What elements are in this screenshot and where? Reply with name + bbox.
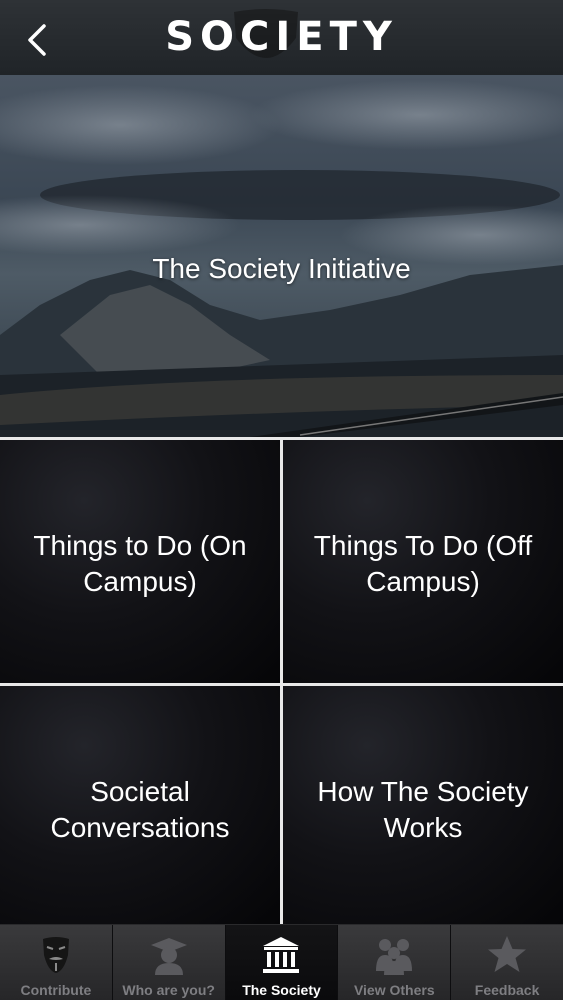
hero-title: The Society Initiative [152, 253, 411, 284]
header-bar: SOCIETY [0, 0, 563, 75]
tab-label: Feedback [474, 982, 540, 998]
mask-icon [42, 937, 69, 973]
tile-label: How The Society Works [317, 776, 529, 843]
tile-on-campus[interactable]: Things to Do (On Campus) [0, 440, 280, 683]
graduate-icon [150, 938, 187, 975]
tile-label: Things To Do (Off Campus) [313, 530, 533, 597]
tab-bar: Contribute Who are you? The Society View… [0, 924, 563, 1000]
tile-label: Societal Conversations [50, 776, 230, 843]
tab-feedback[interactable]: Feedback [451, 925, 563, 1000]
tab-who-are-you[interactable]: Who are you? [112, 925, 226, 1000]
institution-icon [263, 937, 300, 973]
tile-label: Things to Do (On Campus) [33, 530, 247, 597]
page-title: SOCIETY [165, 14, 398, 60]
app-screen: SOCIETY The Society Initiative Things to… [0, 0, 563, 1000]
tile-off-campus[interactable]: Things To Do (Off Campus) [283, 440, 563, 683]
tile-societal-conversations[interactable]: Societal Conversations [0, 686, 280, 924]
people-icon [376, 939, 413, 975]
star-icon [488, 936, 527, 972]
grid-divider-vertical [280, 437, 283, 924]
tab-the-society[interactable]: The Society [225, 925, 339, 1000]
tile-how-society-works[interactable]: How The Society Works [283, 686, 563, 924]
tab-label: Contribute [20, 982, 92, 998]
tab-label: The Society [242, 982, 321, 998]
tab-contribute[interactable]: Contribute [0, 925, 113, 1000]
hero-society-initiative[interactable]: The Society Initiative [0, 75, 563, 437]
tab-label: View Others [353, 982, 435, 998]
tab-view-others[interactable]: View Others [338, 925, 452, 1000]
tab-label: Who are you? [122, 982, 215, 998]
